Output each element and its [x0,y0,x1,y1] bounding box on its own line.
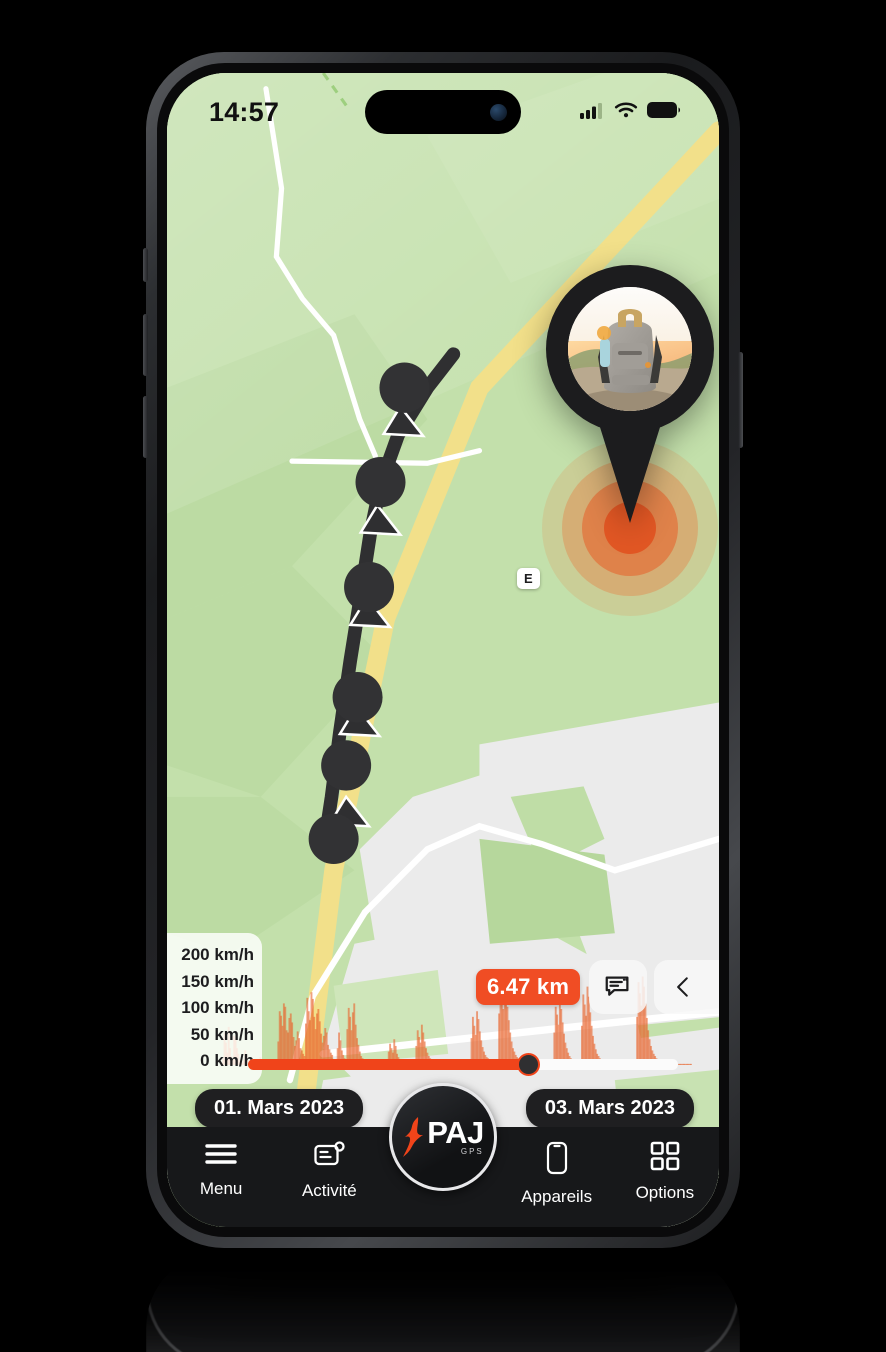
message-panel [589,960,647,1014]
activity-icon [313,1141,346,1174]
phone-device-icon [545,1141,569,1180]
start-date-chip[interactable]: 01. Mars 2023 [195,1089,364,1128]
nav-label-menu: Menu [199,1179,243,1198]
power-button[interactable] [738,352,743,448]
distance-badge: 6.47 km [476,969,581,1005]
message-icon[interactable] [595,964,641,1010]
phone-reflection [146,1250,740,1352]
hamburger-menu-icon [204,1141,238,1172]
nav-item-activite[interactable]: Activité [275,1141,383,1201]
paj-logo-title: PAJ [427,1115,484,1150]
cellular-signal-icon [580,101,605,124]
timeline-slider[interactable] [248,1053,678,1076]
play-icon[interactable] [706,964,719,1010]
nav-label-appareils: Appareils [521,1187,593,1206]
battery-icon [647,101,681,124]
playback-controls [589,960,719,1014]
screenshot-stage: E 200 km/h 150 km/h 100 km/h 50 km/h 0 k… [0,0,886,1352]
phone-bezel: E 200 km/h 150 km/h 100 km/h 50 km/h 0 k… [157,63,729,1237]
dynamic-island [365,90,521,134]
speed-tick-100: 100 km/h [181,998,254,1017]
slider-fill [248,1059,534,1070]
end-date-chip[interactable]: 03. Mars 2023 [525,1089,694,1128]
speed-tick-50: 50 km/h [190,1024,254,1044]
paj-logo-subtitle: GPS [460,1147,484,1156]
grid-options-icon [650,1141,680,1176]
speed-tick-0: 0 km/h [200,1051,254,1070]
status-clock: 14:57 [209,96,280,127]
nav-label-activite: Activité [301,1181,357,1200]
nav-item-appareils[interactable]: Appareils [503,1141,611,1207]
nav-item-menu[interactable]: Menu [167,1141,275,1199]
slider-handle[interactable] [516,1053,540,1076]
speed-tick-200: 200 km/h [181,945,254,964]
reflection-frame [146,1250,740,1352]
transport-panel [654,960,719,1014]
nav-item-options[interactable]: Options [611,1141,719,1203]
front-camera-icon [490,103,507,121]
mute-switch[interactable] [143,248,148,282]
waypoint-label[interactable]: E [517,568,540,589]
speed-tick-150: 150 km/h [181,971,254,991]
volume-down-button[interactable] [143,396,148,458]
device-location-pin[interactable] [546,265,714,527]
paj-gps-logo-button[interactable]: PAJ GPS [389,1083,497,1191]
nav-label-options: Options [635,1183,695,1202]
volume-up-button[interactable] [143,314,148,376]
backpack-photo [568,287,692,411]
bottom-navigation: Menu Activité PAJ GPS Appareils Options [167,1083,719,1227]
paj-bolt-icon [402,1117,426,1157]
status-icon-group [580,101,681,124]
phone-device: E 200 km/h 150 km/h 100 km/h 50 km/h 0 k… [143,52,743,1248]
paj-wordmark: PAJ GPS [427,1115,484,1156]
phone-screen: E 200 km/h 150 km/h 100 km/h 50 km/h 0 k… [167,73,719,1227]
chevron-left-icon[interactable] [660,964,706,1010]
backpack-photo-art [568,287,692,411]
wifi-icon [614,101,638,124]
